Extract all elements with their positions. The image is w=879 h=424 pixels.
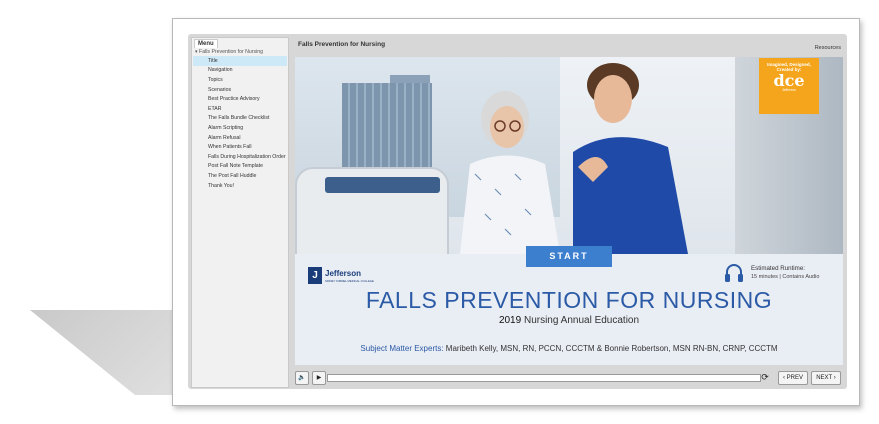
dce-badge: Imagined, Designed, Created by: dce Jeff…: [759, 58, 819, 114]
menu-item-alarm-refusal[interactable]: Alarm Refusal: [193, 133, 287, 143]
player-header: Falls Prevention for Nursing Resources: [295, 38, 843, 56]
slide-main-title: FALLS PREVENTION FOR NURSING: [365, 287, 773, 313]
menu-item-topics[interactable]: Topics: [193, 75, 287, 85]
slide-canvas: Imagined, Designed, Created by: dce Jeff…: [295, 57, 843, 365]
menu-item-best-practice-advisory[interactable]: Best Practice Advisory: [193, 94, 287, 104]
subtitle-text: Nursing Annual Education: [521, 315, 640, 326]
course-title: Falls Prevention for Nursing: [298, 41, 386, 48]
menu-item-post-fall-note[interactable]: Post Fall Note Template: [193, 162, 287, 172]
jefferson-logo: J Jefferson SIDNEY KIMMEL MEDICAL COLLEG…: [308, 267, 378, 289]
resources-link[interactable]: Resources: [815, 45, 841, 51]
menu-item-alarm-scripting[interactable]: Alarm Scripting: [193, 123, 287, 133]
badge-sub: Jefferson: [781, 88, 797, 92]
runtime-info: Estimated Runtime: 15 minutes | Contains…: [724, 262, 842, 288]
jefferson-logo-icon: J: [308, 267, 322, 284]
dce-logo: dce: [773, 71, 805, 90]
experts-line: Subject Matter Experts: Maribeth Kelly, …: [295, 344, 843, 353]
next-button[interactable]: NEXT ›: [811, 371, 841, 385]
progress-bar[interactable]: [327, 374, 761, 382]
experts-label: Subject Matter Experts:: [360, 344, 444, 353]
menu-item-thank-you[interactable]: Thank You!: [193, 181, 287, 191]
drop-shadow: [30, 310, 180, 395]
sidebar-menu: Menu ▾ Falls Prevention for Nursing Titl…: [191, 37, 289, 388]
menu-list: ▾ Falls Prevention for Nursing Title Nav…: [193, 48, 287, 190]
menu-item-when-patients-fall[interactable]: When Patients Fall: [193, 142, 287, 152]
menu-item-post-fall-huddle[interactable]: The Post Fall Huddle: [193, 171, 287, 181]
subtitle-year: 2019: [498, 315, 522, 326]
experts-names: Maribeth Kelly, MSN, RN, PCCN, CCCTM & B…: [443, 344, 778, 353]
menu-item-title[interactable]: Title: [193, 56, 287, 66]
menu-tab[interactable]: Menu: [194, 39, 218, 48]
headphones-icon: [725, 264, 743, 282]
prev-button[interactable]: ‹ PREV: [778, 371, 808, 385]
menu-item-falls-bundle-checklist[interactable]: The Falls Bundle Checklist: [193, 114, 287, 124]
menu-root-item[interactable]: ▾ Falls Prevention for Nursing: [193, 48, 287, 56]
volume-icon[interactable]: 🔈: [295, 371, 309, 385]
menu-item-etar[interactable]: ETAR: [193, 104, 287, 114]
menu-item-falls-order[interactable]: Falls During Hospitalization Order: [193, 152, 287, 162]
nurse-figure: [573, 63, 688, 254]
menu-item-navigation[interactable]: Navigation: [193, 66, 287, 76]
runtime-label: Estimated Runtime:: [751, 265, 805, 272]
playback-controls: 🔈 ▶ ⟳ ‹ PREV NEXT ›: [293, 371, 845, 385]
hero-photo: Imagined, Designed, Created by: dce Jeff…: [295, 57, 843, 254]
slide-subtitle: 2019 Nursing Annual Education: [295, 315, 843, 326]
menu-item-scenarios[interactable]: Scenarios: [193, 85, 287, 95]
jefferson-subtitle: SIDNEY KIMMEL MEDICAL COLLEGE: [325, 279, 374, 283]
replay-icon[interactable]: ⟳: [760, 371, 770, 383]
building: [342, 83, 432, 173]
runtime-detail: 15 minutes | Contains Audio: [751, 274, 820, 280]
menu-root-label: Falls Prevention for Nursing: [199, 49, 264, 55]
badge-line1: Imagined, Designed,: [767, 62, 811, 67]
bed-control-panel: [325, 177, 440, 193]
start-button[interactable]: START: [526, 246, 612, 267]
jefferson-name: Jefferson: [325, 269, 362, 278]
play-icon[interactable]: ▶: [312, 371, 326, 385]
